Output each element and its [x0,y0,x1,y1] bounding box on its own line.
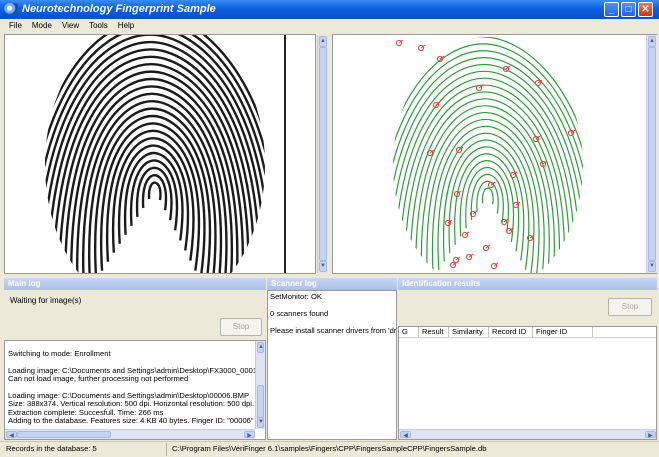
status-bar: Records in the database: 5 C:\Program Fi… [0,441,659,457]
log-line: Switching to mode: Enrollment [8,350,111,358]
ridge-line [141,174,168,211]
identification-panel: Identification results Stop G Result Sim… [398,278,657,440]
main-stop-button[interactable]: Stop [220,318,262,336]
title-bar: Neurotechnology Fingerprint Sample _ □ ✕ [0,0,659,19]
scanner-log-header: Scanner log [267,278,397,290]
ridge-line [481,187,494,205]
main-log-status: Waiting for image(s) [10,296,82,305]
scanner-log-line: 0 scanners found [270,308,329,318]
main-log-text[interactable]: Switching to mode: Enrollment Loading im… [4,340,266,440]
column-record-id[interactable]: Record ID [489,327,533,337]
scroll-down-icon[interactable]: ▼ [257,417,264,428]
maximize-icon[interactable]: □ [621,2,636,17]
scroll-thumb[interactable] [17,431,111,438]
scanner-log-text[interactable]: SetMonitor: OK 0 scanners found Please i… [267,290,397,440]
scroll-thumb[interactable] [648,47,656,261]
right-vertical-scrollbar[interactable]: ▲ ▼ [646,35,657,273]
app-icon [4,3,18,16]
ridge-line [476,180,499,214]
scroll-right-icon[interactable]: ▶ [645,431,656,439]
ridge-line [454,153,520,252]
column-result[interactable]: Result [419,327,449,337]
scroll-thumb[interactable] [319,47,327,261]
identification-header: Identification results [398,278,657,290]
ridge-line [123,151,184,241]
column-g[interactable]: G [399,327,419,337]
main-log-header: Main log [4,278,266,290]
menu-view[interactable]: View [57,19,84,30]
scroll-right-icon[interactable]: ▶ [244,431,255,439]
scroll-up-icon[interactable]: ▲ [257,342,264,353]
ridge-line [147,181,162,201]
log-line: Adding to the database. Features size: 4… [8,416,254,426]
log-line: Can not load image, further processing n… [8,374,189,384]
scanner-log-line: SetMonitor: OK [270,293,322,301]
main-log-panel: Main log Waiting for image(s) Stop Switc… [4,278,266,440]
menu-bar: File Mode View Tools Help [0,19,659,33]
column-finger-id[interactable]: Finger ID [533,327,593,337]
results-table-header: G Result Similarity Record ID Finger ID [399,327,656,338]
main-log-status-area: Waiting for image(s) Stop [4,290,266,340]
minimize-icon[interactable]: _ [604,2,619,17]
scroll-thumb[interactable] [257,385,264,419]
scroll-down-icon[interactable]: ▼ [319,261,327,272]
close-icon[interactable]: ✕ [638,2,653,17]
menu-file[interactable]: File [0,19,27,30]
window-title: Neurotechnology Fingerprint Sample [22,3,216,15]
scroll-left-icon[interactable]: ◀ [6,431,17,439]
database-path: C:\Program Files\VeriFinger 6.1\samples\… [172,444,487,453]
source-image-pane[interactable]: ▲ ▼ [4,34,328,274]
scanner-log-panel: Scanner log SetMonitor: OK 0 scanners fo… [267,278,397,440]
results-table[interactable]: G Result Similarity Record ID Finger ID … [398,326,657,440]
menu-help[interactable]: Help [113,19,139,30]
column-similarity[interactable]: Similarity [449,327,489,337]
identification-stop-button[interactable]: Stop [608,298,652,316]
scanner-log-line: Please install scanner drivers from 'dri… [270,325,396,335]
log-horizontal-scrollbar[interactable]: ◀ ▶ [5,429,255,439]
left-vertical-scrollbar[interactable]: ▲ ▼ [317,35,328,273]
records-count: Records in the database: 5 [6,444,97,453]
results-horizontal-scrollbar[interactable]: ◀ ▶ [399,429,656,439]
minutiae-image [393,37,583,273]
menu-mode[interactable]: Mode [27,19,57,30]
template-image-pane[interactable]: ▲ ▼ [332,34,657,274]
scroll-left-icon[interactable]: ◀ [400,431,411,439]
scroll-down-icon[interactable]: ▼ [648,261,656,272]
ridge-line [459,160,515,242]
scroll-up-icon[interactable]: ▲ [319,36,327,47]
ridge-line [393,37,583,273]
menu-tools[interactable]: Tools [84,19,113,30]
fingerprint-image [45,35,286,273]
log-vertical-scrollbar[interactable]: ▲ ▼ [255,341,265,429]
scroll-up-icon[interactable]: ▲ [648,36,656,47]
